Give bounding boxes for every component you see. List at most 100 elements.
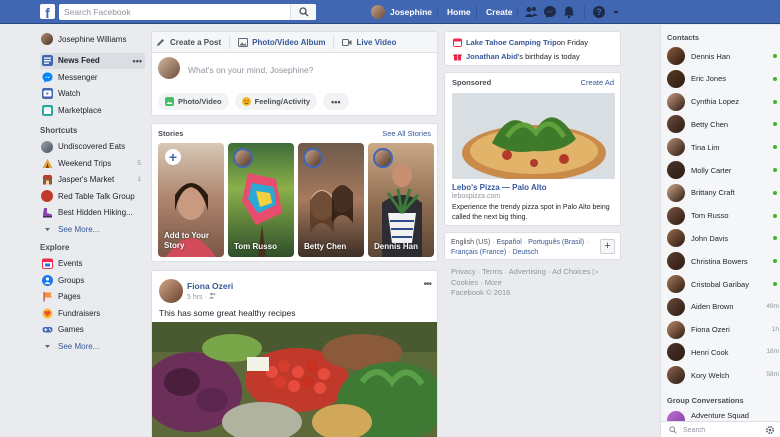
chat-search-input[interactable]	[683, 424, 753, 436]
photo-video-button[interactable]: Photo/Video	[158, 93, 229, 110]
post-photo[interactable]	[152, 322, 438, 437]
post-options-button[interactable]: •••	[423, 279, 431, 290]
see-all-stories-link[interactable]: See All Stories	[382, 129, 431, 138]
create-ad-link[interactable]: Create Ad	[581, 78, 614, 87]
contact-item[interactable]: Tina Lim	[667, 138, 777, 157]
avatar	[667, 47, 685, 65]
explore-heading: Explore	[40, 242, 70, 252]
composer-placeholder[interactable]: What's on your mind, Josephine?	[188, 65, 313, 75]
sidebar-item-label: Pages	[58, 292, 81, 302]
avatar[interactable]	[159, 279, 183, 303]
search-button[interactable]	[290, 4, 316, 20]
group-name: Adventure Squad	[691, 411, 749, 420]
messenger-icon[interactable]	[543, 5, 557, 19]
divider	[517, 6, 518, 18]
language-link[interactable]: Français (France)	[451, 249, 506, 256]
home-link[interactable]: Home	[447, 4, 471, 20]
sidebar-item-weekend-trips[interactable]: Weekend Trips 5	[40, 155, 145, 172]
footer-line[interactable]: Cookies · More	[451, 278, 616, 289]
composer-body[interactable]: What's on your mind, Josephine?	[152, 53, 437, 87]
contact-item[interactable]: Betty Chen	[667, 115, 777, 134]
sidebar-item-messenger[interactable]: Messenger	[40, 69, 145, 86]
sidebar-item-profile[interactable]: Josephine Williams	[40, 31, 145, 48]
feeling-activity-button[interactable]: Feeling/Activity	[234, 93, 318, 110]
sidebar-item-label: News Feed	[58, 56, 100, 66]
contact-item[interactable]: Kory Welch 58m	[667, 366, 779, 385]
sidebar-item-label: Fundraisers	[58, 308, 101, 318]
sidebar-item-label: Messenger	[58, 72, 98, 82]
avatar	[303, 148, 323, 168]
contact-item[interactable]: Cristobal Garibay	[667, 275, 777, 293]
contact-item[interactable]: Tom Russo	[667, 206, 777, 225]
tab-live-video[interactable]: Live Video	[342, 38, 396, 47]
sidebar-item-pages[interactable]: Pages	[40, 289, 145, 306]
sidebar-item-jaspers-market[interactable]: Jasper's Market 1	[40, 172, 145, 189]
see-more-shortcuts-link[interactable]: See More...	[40, 221, 145, 238]
birthday-reminder[interactable]: Jonathan Abid's birthday is today	[453, 52, 580, 61]
create-link[interactable]: Create	[486, 4, 512, 20]
facebook-logo-icon[interactable]: f	[40, 4, 55, 19]
chevron-down-icon[interactable]	[609, 5, 623, 19]
tab-create-post[interactable]: Create a Post	[156, 38, 221, 47]
more-options-button[interactable]: •••	[323, 93, 349, 110]
sidebar-item-fundraisers[interactable]: Fundraisers	[40, 305, 145, 322]
event-link[interactable]: Lake Tahoe Camping Trip	[466, 38, 557, 47]
divider	[333, 35, 335, 49]
contact-item[interactable]: John Davis	[667, 229, 777, 248]
news-feed-options-button[interactable]: •••	[133, 56, 142, 66]
story-card-tom-russo[interactable]: Tom Russo	[228, 143, 294, 257]
add-language-button[interactable]: +	[600, 239, 615, 254]
sidebar-item-undiscovered-eats[interactable]: Undiscovered Eats	[40, 139, 145, 156]
marketplace-icon	[42, 104, 53, 116]
sidebar-item-best-hidden-hiking[interactable]: Best Hidden Hiking...	[40, 205, 145, 222]
contact-item[interactable]: Christina Bowers	[667, 252, 777, 271]
notifications-bell-icon[interactable]	[562, 5, 576, 19]
footer-line[interactable]: Privacy · Terms · Advertising · Ad Choic…	[451, 267, 616, 278]
sidebar-item-label: Watch	[58, 89, 81, 99]
ad-title-link[interactable]: Lebo's Pizza — Palo Alto	[452, 183, 547, 192]
sidebar-item-marketplace[interactable]: Marketplace	[40, 102, 145, 119]
sidebar-item-watch[interactable]: Watch	[40, 86, 145, 103]
contact-name: Kory Welch	[691, 370, 730, 380]
contact-name: Dennis Han	[691, 51, 731, 61]
contact-item[interactable]: Aiden Brown 49m	[667, 297, 779, 316]
contact-item[interactable]: Fiona Ozeri 1h	[667, 320, 779, 339]
gear-icon[interactable]	[765, 425, 775, 435]
language-link[interactable]: Português (Brasil)	[528, 239, 584, 246]
sidebar-item-events[interactable]: Events	[40, 256, 145, 273]
stories-heading: Stories	[158, 129, 184, 138]
contact-item[interactable]: Henri Cook 18m	[667, 343, 779, 362]
news-feed-icon	[42, 55, 53, 67]
search-input[interactable]	[59, 4, 289, 20]
sidebar-item-label: Events	[58, 259, 83, 269]
language-link[interactable]: Deutsch	[512, 249, 538, 256]
language-link[interactable]: Español	[497, 239, 522, 246]
sidebar-item-groups[interactable]: Groups	[40, 272, 145, 289]
contact-item[interactable]: Eric Jones	[667, 69, 777, 88]
help-icon[interactable]: ?	[592, 5, 606, 19]
sidebar-item-red-table-talk-group[interactable]: Red Table Talk Group	[40, 188, 145, 205]
event-reminder[interactable]: Lake Tahoe Camping Trip on Friday	[453, 38, 588, 47]
add-to-story-card[interactable]: + Add to Your Story	[158, 143, 224, 257]
chevron-down-icon	[45, 227, 50, 231]
contact-item[interactable]: Brittany Craft	[667, 183, 777, 202]
post-timestamp[interactable]: 5 hrs	[187, 294, 203, 301]
friends-audience-icon[interactable]	[208, 292, 216, 299]
friend-requests-icon[interactable]	[524, 5, 538, 19]
tab-photo-video-album[interactable]: Photo/Video Album	[238, 37, 325, 47]
post-author-link[interactable]: Fiona Ozeri	[187, 281, 233, 291]
post-meta: 5 hrs ·	[187, 292, 216, 301]
story-card-dennis-han[interactable]: Dennis Han	[368, 143, 434, 257]
birthday-person-link[interactable]: Jonathan Abid	[466, 52, 518, 61]
contact-item[interactable]: Molly Carter	[667, 161, 777, 179]
see-more-explore-link[interactable]: See More...	[40, 338, 145, 355]
story-card-betty-chen[interactable]: Betty Chen	[298, 143, 364, 257]
sidebar-item-games[interactable]: Games	[40, 322, 145, 339]
sidebar-item-news-feed[interactable]: News Feed •••	[40, 52, 145, 69]
ad-image[interactable]	[452, 93, 615, 179]
stories-card: Stories See All Stories + Add to Your St…	[151, 123, 438, 262]
add-story-plus-icon[interactable]: +	[165, 149, 181, 165]
profile-link[interactable]: Josephine	[371, 4, 432, 20]
contact-item[interactable]: Cynthia Lopez	[667, 92, 777, 111]
contact-item[interactable]: Dennis Han	[667, 47, 777, 65]
